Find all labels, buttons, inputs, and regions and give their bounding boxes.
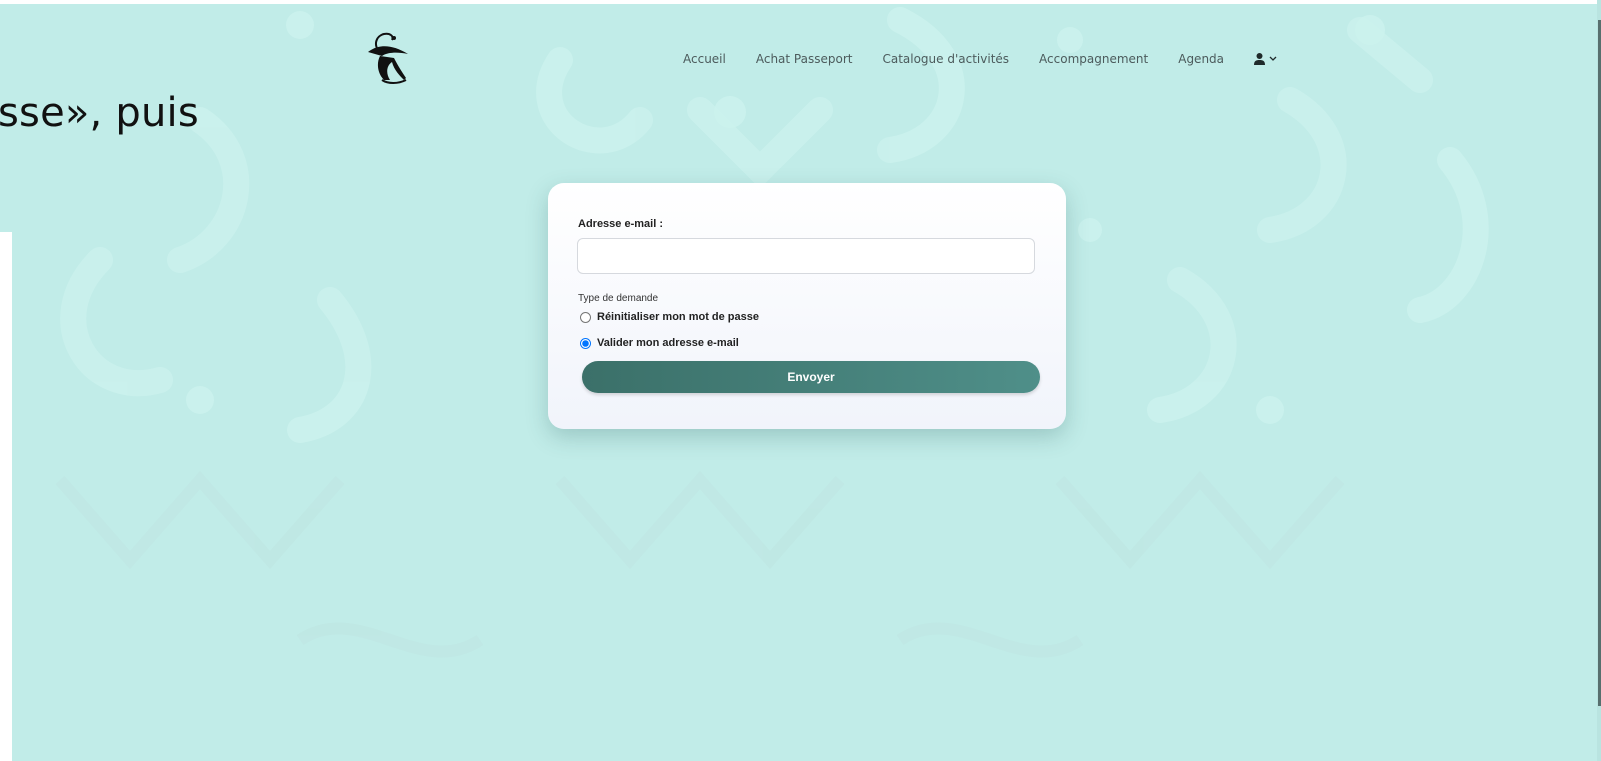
email-input[interactable] <box>577 238 1035 274</box>
send-button[interactable]: Envoyer <box>582 361 1040 393</box>
reset-password-radio[interactable] <box>580 311 591 323</box>
request-form-card: Adresse e-mail : Type de demande Réiniti… <box>548 183 1066 429</box>
main-nav: Accueil Achat Passeport Catalogue d'acti… <box>683 52 1277 66</box>
overlay-caption: sse», puis <box>0 90 199 136</box>
left-panel-edge <box>0 232 12 761</box>
reset-password-label: Réinitialiser mon mot de passe <box>597 311 759 323</box>
request-type-label: Type de demande <box>578 293 659 304</box>
user-menu[interactable] <box>1254 53 1277 65</box>
nav-catalogue[interactable]: Catalogue d'activités <box>882 52 1009 66</box>
validate-email-radio[interactable] <box>580 337 591 349</box>
nav-accueil[interactable]: Accueil <box>683 52 726 66</box>
nav-agenda[interactable]: Agenda <box>1178 52 1224 66</box>
chevron-down-icon <box>1269 56 1277 61</box>
user-icon <box>1254 53 1266 65</box>
option-reset-password[interactable]: Réinitialiser mon mot de passe <box>580 311 759 323</box>
cat-logo-icon[interactable] <box>364 30 412 86</box>
top-border <box>0 0 1601 4</box>
validate-email-label: Valider mon adresse e-mail <box>597 337 739 349</box>
nav-accompagnement[interactable]: Accompagnement <box>1039 52 1148 66</box>
email-label: Adresse e-mail : <box>578 218 663 230</box>
nav-achat-passeport[interactable]: Achat Passeport <box>756 52 853 66</box>
option-validate-email[interactable]: Valider mon adresse e-mail <box>580 337 739 349</box>
